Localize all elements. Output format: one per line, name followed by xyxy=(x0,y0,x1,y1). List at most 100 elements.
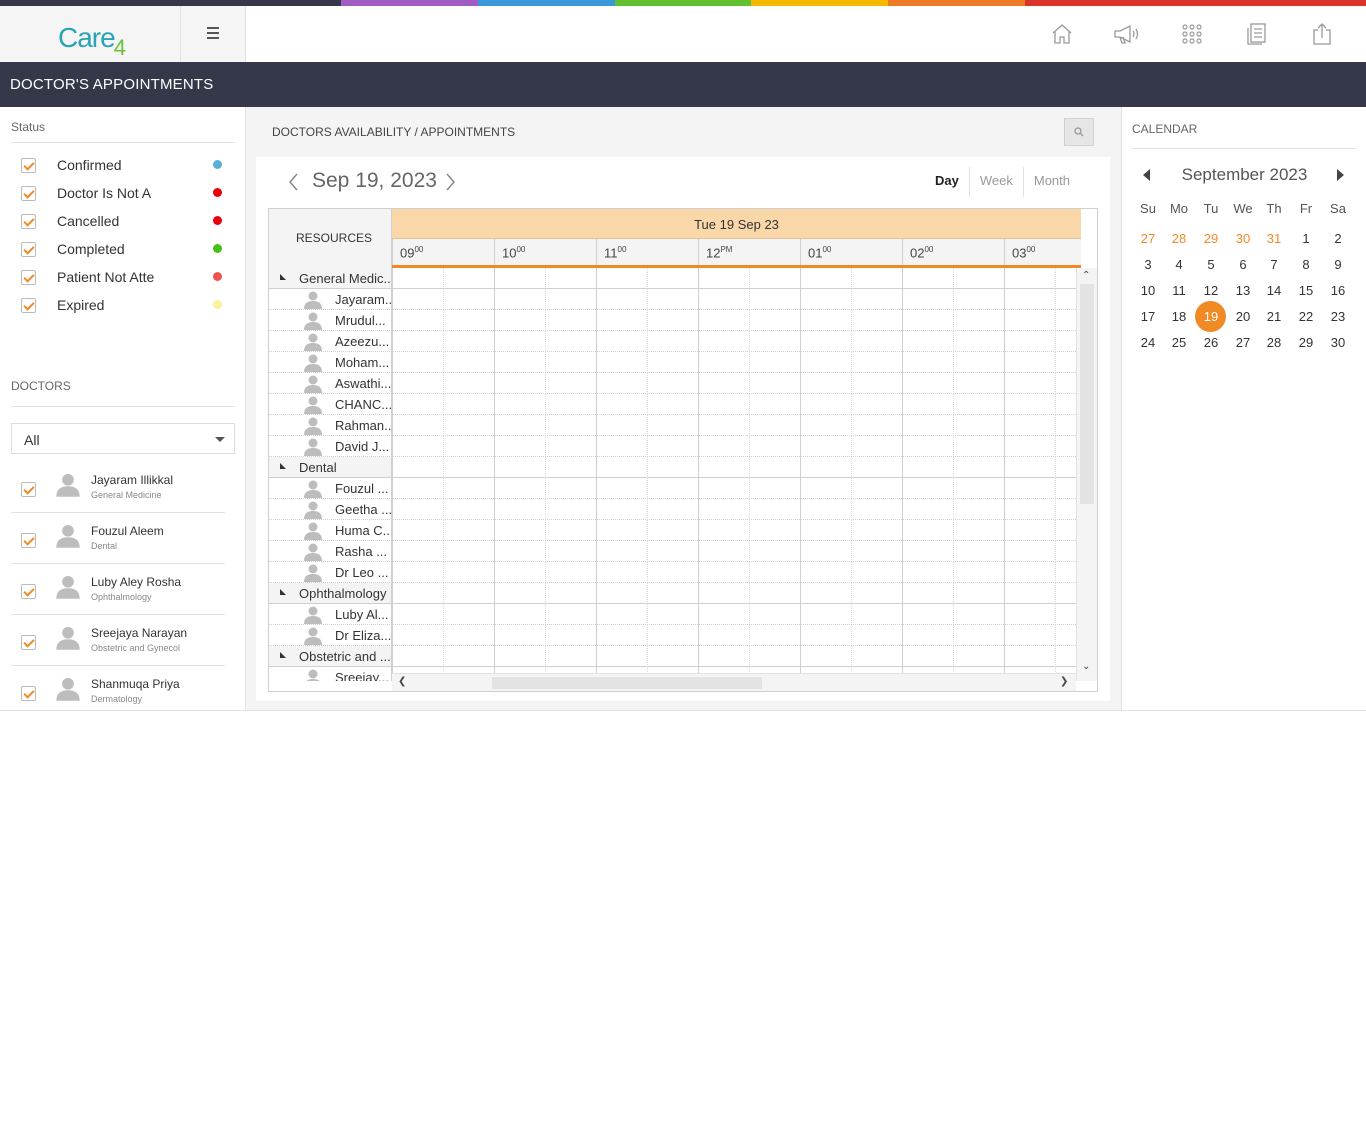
time-slot-cell[interactable] xyxy=(851,499,902,520)
time-slot-cell[interactable] xyxy=(647,268,698,289)
doctor-checkbox[interactable] xyxy=(21,584,36,599)
time-slot-cell[interactable] xyxy=(851,646,902,667)
view-tab-week[interactable]: Week xyxy=(968,167,1023,197)
doctor-list-item[interactable]: Shanmuqa Priya Dermatology xyxy=(11,666,225,710)
resource-item[interactable]: Dr Eliza... xyxy=(269,625,391,646)
status-checkbox[interactable] xyxy=(21,270,36,285)
time-slot-cell[interactable] xyxy=(596,583,647,604)
time-slot-cell[interactable] xyxy=(1055,331,1076,352)
calendar-day[interactable]: 1 xyxy=(1290,226,1322,252)
time-slot-cell[interactable] xyxy=(698,478,749,499)
time-slot-cell[interactable] xyxy=(443,646,494,667)
time-slot-cell[interactable] xyxy=(902,541,953,562)
status-checkbox[interactable] xyxy=(21,186,36,201)
time-slot-cell[interactable] xyxy=(1055,394,1076,415)
time-slot-cell[interactable] xyxy=(851,352,902,373)
time-slot-cell[interactable] xyxy=(800,625,851,646)
time-slot-cell[interactable] xyxy=(902,457,953,478)
time-slot-cell[interactable] xyxy=(698,310,749,331)
time-slot-cell[interactable] xyxy=(698,499,749,520)
time-slot-cell[interactable] xyxy=(443,373,494,394)
apps-button[interactable] xyxy=(1159,6,1224,62)
resource-item[interactable]: Huma C... xyxy=(269,520,391,541)
calendar-day[interactable]: 29 xyxy=(1195,226,1227,252)
calendar-day[interactable]: 23 xyxy=(1322,304,1354,330)
time-slot-cell[interactable] xyxy=(749,352,800,373)
time-slot-cell[interactable] xyxy=(749,646,800,667)
time-slot-cell[interactable] xyxy=(545,457,596,478)
time-slot-cell[interactable] xyxy=(953,436,1004,457)
time-slot-cell[interactable] xyxy=(1055,289,1076,310)
time-slot-cell[interactable] xyxy=(494,520,545,541)
time-slot-cell[interactable] xyxy=(1004,478,1055,499)
calendar-day[interactable]: 5 xyxy=(1195,252,1227,278)
time-slot-cell[interactable] xyxy=(545,268,596,289)
time-slot-cell[interactable] xyxy=(392,310,443,331)
time-slot-cell[interactable] xyxy=(749,604,800,625)
time-slot-cell[interactable] xyxy=(698,373,749,394)
resource-item[interactable]: Rasha ... xyxy=(269,541,391,562)
time-slot-cell[interactable] xyxy=(800,331,851,352)
time-slot-cell[interactable] xyxy=(647,415,698,436)
time-slot-cell[interactable] xyxy=(545,331,596,352)
resource-item[interactable]: Fouzul ... xyxy=(269,478,391,499)
time-slot-cell[interactable] xyxy=(698,646,749,667)
time-slot-cell[interactable] xyxy=(800,268,851,289)
time-slot-cell[interactable] xyxy=(494,310,545,331)
time-slot-cell[interactable] xyxy=(953,520,1004,541)
time-slot-cell[interactable] xyxy=(443,583,494,604)
time-slot-cell[interactable] xyxy=(1055,457,1076,478)
time-slot-cell[interactable] xyxy=(494,268,545,289)
calendar-day[interactable]: 15 xyxy=(1290,278,1322,304)
time-slot-cell[interactable] xyxy=(1055,604,1076,625)
time-slot-cell[interactable] xyxy=(443,520,494,541)
vertical-scroll-thumb[interactable] xyxy=(1080,284,1094,504)
time-slot-cell[interactable] xyxy=(1055,541,1076,562)
time-slot-cell[interactable] xyxy=(647,604,698,625)
time-slot-row[interactable] xyxy=(392,541,1076,562)
calendar-day[interactable]: 22 xyxy=(1290,304,1322,330)
time-slot-cell[interactable] xyxy=(647,583,698,604)
status-filter-item[interactable]: Completed xyxy=(21,240,231,260)
status-checkbox[interactable] xyxy=(21,158,36,173)
time-slot-cell[interactable] xyxy=(494,604,545,625)
time-slot-cell[interactable] xyxy=(1055,310,1076,331)
time-slot-cell[interactable] xyxy=(698,457,749,478)
time-slot-cell[interactable] xyxy=(596,457,647,478)
resource-item[interactable]: Jayaram... xyxy=(269,289,391,310)
time-slot-cell[interactable] xyxy=(953,415,1004,436)
time-slot-cell[interactable] xyxy=(392,373,443,394)
doctor-list-item[interactable]: Jayaram Illikkal General Medicine xyxy=(11,462,225,513)
time-slot-cell[interactable] xyxy=(1055,583,1076,604)
time-slot-cell[interactable] xyxy=(545,562,596,583)
time-slot-cell[interactable] xyxy=(800,478,851,499)
time-slot-cell[interactable] xyxy=(596,646,647,667)
time-slot-cell[interactable] xyxy=(647,289,698,310)
time-slot-cell[interactable] xyxy=(749,457,800,478)
time-slot-cell[interactable] xyxy=(749,373,800,394)
time-slot-cell[interactable] xyxy=(596,289,647,310)
time-slot-cell[interactable] xyxy=(800,373,851,394)
time-slot-cell[interactable] xyxy=(647,436,698,457)
resource-item[interactable]: Luby Al... xyxy=(269,604,391,625)
time-slot-cell[interactable] xyxy=(749,478,800,499)
time-slot-cell[interactable] xyxy=(749,268,800,289)
time-slot-cell[interactable] xyxy=(545,604,596,625)
time-slot-cell[interactable] xyxy=(851,457,902,478)
resource-item[interactable]: Geetha ... xyxy=(269,499,391,520)
time-slot-cell[interactable] xyxy=(1004,352,1055,373)
status-filter-item[interactable]: Confirmed xyxy=(21,156,231,176)
time-slot-cell[interactable] xyxy=(647,457,698,478)
time-slot-cell[interactable] xyxy=(698,583,749,604)
time-slot-cell[interactable] xyxy=(647,625,698,646)
doctor-checkbox[interactable] xyxy=(21,686,36,701)
time-slot-cell[interactable] xyxy=(494,499,545,520)
time-slot-cell[interactable] xyxy=(749,331,800,352)
time-slot-cell[interactable] xyxy=(443,478,494,499)
time-slot-row[interactable] xyxy=(392,436,1076,457)
vertical-scrollbar[interactable]: ⌃ ⌄ xyxy=(1076,268,1097,681)
time-slot-cell[interactable] xyxy=(953,394,1004,415)
time-slot-cell[interactable] xyxy=(698,541,749,562)
time-slot-cell[interactable] xyxy=(1055,562,1076,583)
time-slot-cell[interactable] xyxy=(851,520,902,541)
